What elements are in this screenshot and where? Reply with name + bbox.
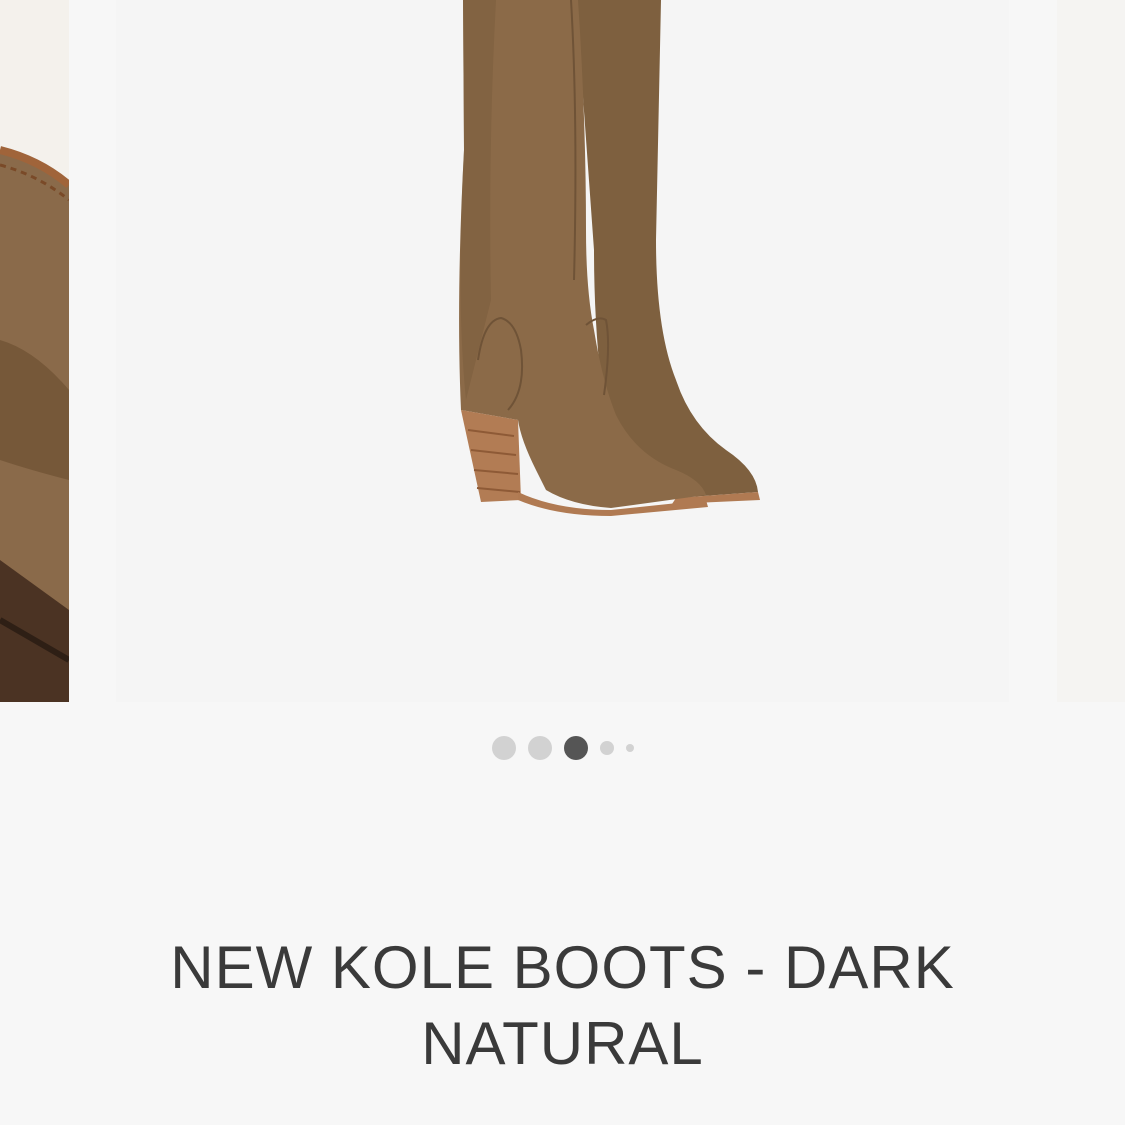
carousel-dot-4[interactable] <box>599 741 614 755</box>
current-product-image[interactable] <box>116 0 1009 702</box>
boots-product-image <box>116 0 1009 702</box>
carousel-dot-2[interactable] <box>527 736 552 760</box>
carousel-dot-1[interactable] <box>491 736 516 760</box>
carousel-dot-3[interactable] <box>563 736 588 760</box>
product-image-carousel[interactable] <box>0 0 1125 702</box>
product-title: NEW KOLE BOOTS - DARK NATURAL <box>170 934 955 1077</box>
next-product-image[interactable] <box>1057 0 1125 702</box>
carousel-pagination[interactable] <box>0 728 1125 768</box>
boot-closeup-image <box>0 0 69 702</box>
product-title-container: NEW KOLE BOOTS - DARK NATURAL <box>0 930 1125 1082</box>
previous-product-image[interactable] <box>0 0 69 702</box>
carousel-dot-5[interactable] <box>625 744 634 752</box>
next-image-background <box>1057 0 1125 702</box>
